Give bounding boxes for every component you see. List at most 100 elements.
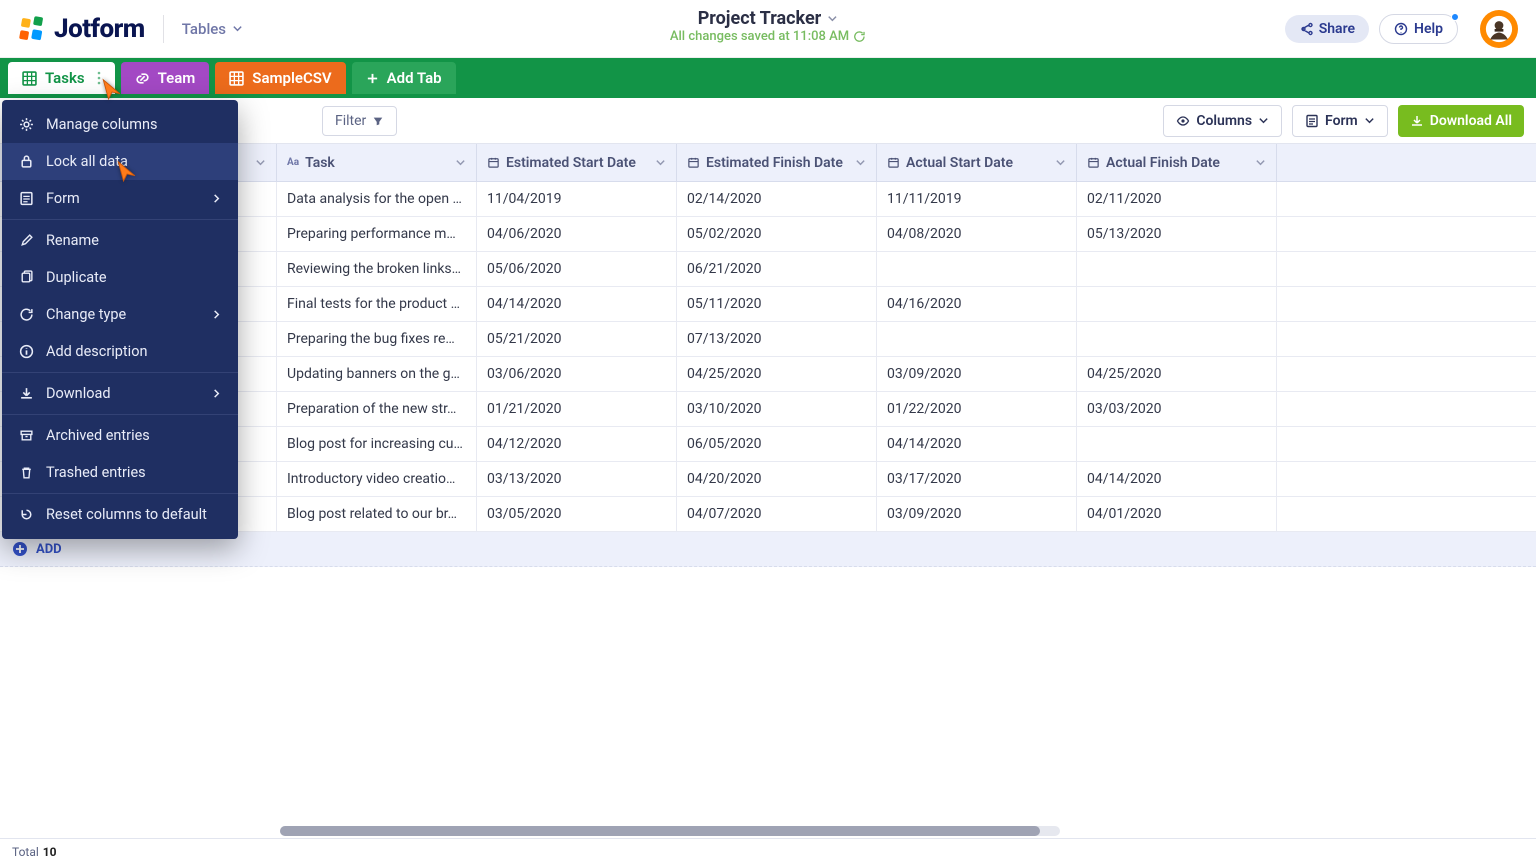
scrollbar-thumb[interactable]: [280, 826, 1040, 836]
overflow-cell: [1277, 357, 1536, 391]
col-est-finish[interactable]: Estimated Finish Date: [677, 144, 877, 181]
est-start-cell[interactable]: 04/14/2020: [477, 287, 677, 321]
col-task[interactable]: Aa Task: [277, 144, 477, 181]
act-finish-cell[interactable]: 03/03/2020: [1077, 392, 1277, 426]
est-start-cell[interactable]: 01/21/2020: [477, 392, 677, 426]
act-finish-cell[interactable]: [1077, 427, 1277, 461]
task-cell[interactable]: Preparing the bug fixes re…: [277, 322, 477, 356]
cm-manage-columns[interactable]: Manage columns: [2, 106, 238, 143]
brand-logo[interactable]: Jotform: [18, 14, 145, 44]
est-start-cell[interactable]: 04/12/2020: [477, 427, 677, 461]
tab-samplecsv[interactable]: SampleCSV: [215, 62, 345, 94]
task-cell[interactable]: Introductory video creatio…: [277, 462, 477, 496]
plus-circle-icon: [12, 541, 28, 557]
share-button[interactable]: Share: [1285, 15, 1369, 43]
est-start-cell[interactable]: 11/04/2019: [477, 182, 677, 216]
est-finish-cell[interactable]: 07/13/2020: [677, 322, 877, 356]
act-finish-cell[interactable]: [1077, 322, 1277, 356]
help-button[interactable]: Help: [1379, 14, 1458, 44]
chevron-down-icon[interactable]: [255, 157, 266, 168]
cm-trashed[interactable]: Trashed entries: [2, 454, 238, 491]
act-start-cell[interactable]: 01/22/2020: [877, 392, 1077, 426]
act-finish-cell[interactable]: [1077, 287, 1277, 321]
cm-reset-columns[interactable]: Reset columns to default: [2, 496, 238, 533]
act-start-cell[interactable]: 03/17/2020: [877, 462, 1077, 496]
chevron-down-icon[interactable]: [1055, 157, 1066, 168]
est-finish-cell[interactable]: 04/07/2020: [677, 497, 877, 531]
est-start-cell[interactable]: 04/06/2020: [477, 217, 677, 251]
act-start-cell[interactable]: 03/09/2020: [877, 357, 1077, 391]
task-cell[interactable]: Reviewing the broken links…: [277, 252, 477, 286]
act-finish-cell[interactable]: [1077, 252, 1277, 286]
cm-change-type[interactable]: Change type: [2, 296, 238, 333]
act-start-cell[interactable]: 11/11/2019: [877, 182, 1077, 216]
est-start-cell[interactable]: 03/13/2020: [477, 462, 677, 496]
est-finish-cell[interactable]: 03/10/2020: [677, 392, 877, 426]
act-finish-cell[interactable]: 04/14/2020: [1077, 462, 1277, 496]
col-est-finish-label: Estimated Finish Date: [706, 155, 843, 171]
tables-dropdown[interactable]: Tables: [182, 20, 243, 38]
filter-icon: [372, 115, 384, 127]
cm-add-description[interactable]: Add description: [2, 333, 238, 370]
gear-icon: [18, 117, 34, 132]
est-start-cell[interactable]: 03/05/2020: [477, 497, 677, 531]
tab-team[interactable]: Team: [121, 62, 210, 94]
filter-label: Filter: [335, 113, 366, 129]
act-start-cell[interactable]: 04/14/2020: [877, 427, 1077, 461]
act-finish-cell[interactable]: 04/01/2020: [1077, 497, 1277, 531]
act-start-cell[interactable]: 04/08/2020: [877, 217, 1077, 251]
act-start-cell[interactable]: 03/09/2020: [877, 497, 1077, 531]
filter-button[interactable]: Filter: [322, 106, 397, 136]
document-title[interactable]: Project Tracker: [698, 8, 822, 29]
columns-button[interactable]: Columns: [1163, 105, 1282, 137]
est-finish-cell[interactable]: 06/05/2020: [677, 427, 877, 461]
horizontal-scrollbar[interactable]: [280, 826, 1060, 836]
act-finish-cell[interactable]: 05/13/2020: [1077, 217, 1277, 251]
cm-duplicate[interactable]: Duplicate: [2, 259, 238, 296]
est-finish-cell[interactable]: 02/14/2020: [677, 182, 877, 216]
est-start-cell[interactable]: 03/06/2020: [477, 357, 677, 391]
download-all-button[interactable]: Download All: [1398, 105, 1524, 137]
task-cell[interactable]: Blog post related to our br…: [277, 497, 477, 531]
est-finish-cell[interactable]: 05/02/2020: [677, 217, 877, 251]
form-button[interactable]: Form: [1292, 105, 1388, 137]
col-act-finish[interactable]: Actual Finish Date: [1077, 144, 1277, 181]
task-cell[interactable]: Blog post for increasing cu…: [277, 427, 477, 461]
chevron-down-icon[interactable]: [455, 157, 466, 168]
cm-archived[interactable]: Archived entries: [2, 417, 238, 454]
est-start-cell[interactable]: 05/21/2020: [477, 322, 677, 356]
user-avatar[interactable]: [1480, 10, 1518, 48]
act-finish-cell[interactable]: 04/25/2020: [1077, 357, 1277, 391]
cm-download[interactable]: Download: [2, 375, 238, 412]
chevron-right-icon: [211, 388, 222, 399]
act-start-cell[interactable]: [877, 322, 1077, 356]
task-cell[interactable]: Updating banners on the g…: [277, 357, 477, 391]
chevron-down-icon[interactable]: [827, 13, 838, 24]
cm-trashed-label: Trashed entries: [46, 464, 146, 481]
act-start-cell[interactable]: [877, 252, 1077, 286]
reset-icon: [18, 507, 34, 522]
cm-rename[interactable]: Rename: [2, 222, 238, 259]
est-finish-cell[interactable]: 04/25/2020: [677, 357, 877, 391]
act-finish-cell[interactable]: 02/11/2020: [1077, 182, 1277, 216]
chevron-down-icon[interactable]: [655, 157, 666, 168]
est-finish-cell[interactable]: 04/20/2020: [677, 462, 877, 496]
col-est-start[interactable]: Estimated Start Date: [477, 144, 677, 181]
tab-tasks-label: Tasks: [45, 69, 85, 87]
est-start-cell[interactable]: 05/06/2020: [477, 252, 677, 286]
col-act-start[interactable]: Actual Start Date: [877, 144, 1077, 181]
task-cell[interactable]: Final tests for the product …: [277, 287, 477, 321]
est-finish-cell[interactable]: 05/11/2020: [677, 287, 877, 321]
task-cell[interactable]: Preparation of the new str…: [277, 392, 477, 426]
form-icon: [1305, 114, 1319, 128]
chevron-down-icon[interactable]: [855, 157, 866, 168]
act-start-cell[interactable]: 04/16/2020: [877, 287, 1077, 321]
est-finish-cell[interactable]: 06/21/2020: [677, 252, 877, 286]
cm-download-label: Download: [46, 385, 111, 402]
chevron-down-icon[interactable]: [1255, 157, 1266, 168]
task-cell[interactable]: Data analysis for the open …: [277, 182, 477, 216]
overflow-cell: [1277, 392, 1536, 426]
add-tab-button[interactable]: Add Tab: [352, 62, 456, 94]
calendar-icon: [487, 156, 500, 169]
task-cell[interactable]: Preparing performance m…: [277, 217, 477, 251]
